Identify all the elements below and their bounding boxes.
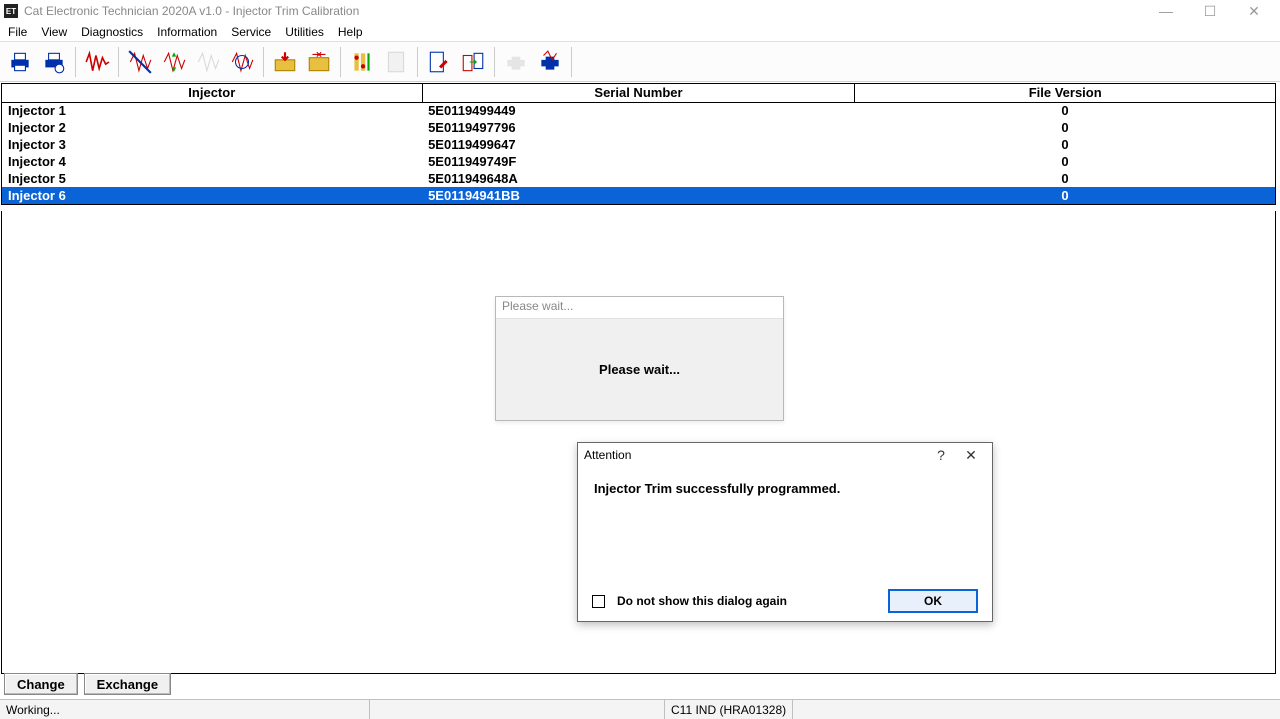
attention-message: Injector Trim successfully programmed. [578,467,992,510]
ecm-download-icon[interactable] [269,46,301,78]
attention-dialog: Attention ? ✕ Injector Trim successfully… [577,442,993,622]
ok-button[interactable]: OK [888,589,978,613]
menu-service[interactable]: Service [231,25,271,39]
diag-3-icon [192,46,224,78]
menu-help[interactable]: Help [338,25,363,39]
cell-serial: 5E011949648A [422,170,855,187]
table-header-row: Injector Serial Number File Version [2,84,1275,102]
minimize-button[interactable]: — [1144,0,1188,22]
waveform-icon[interactable] [81,46,113,78]
dont-show-checkbox[interactable] [592,595,605,608]
please-wait-message: Please wait... [496,319,783,419]
print-icon[interactable] [4,46,36,78]
app-icon: ET [4,4,18,18]
menu-utilities[interactable]: Utilities [285,25,324,39]
cell-serial: 5E011949749F [422,153,855,170]
engine-diag-icon[interactable] [534,46,566,78]
cell-version: 0 [855,153,1275,170]
dialog-close-button[interactable]: ✕ [956,447,986,464]
status-text: Working... [0,700,370,719]
table-row[interactable]: Injector 25E01194977960 [2,119,1275,136]
cell-serial: 5E0119497796 [422,119,855,136]
cell-injector: Injector 6 [2,187,422,204]
cell-serial: 5E0119499647 [422,136,855,153]
close-button[interactable]: ✕ [1232,0,1276,22]
cell-version: 0 [855,102,1275,119]
table-row[interactable]: Injector 15E01194994490 [2,102,1275,119]
menu-bar: File View Diagnostics Information Servic… [0,22,1280,42]
window-title: Cat Electronic Technician 2020A v1.0 - I… [24,4,1144,18]
cell-injector: Injector 5 [2,170,422,187]
col-version[interactable]: File Version [855,84,1275,102]
col-injector[interactable]: Injector [2,84,422,102]
cell-version: 0 [855,119,1275,136]
cell-version: 0 [855,170,1275,187]
report-icon [380,46,412,78]
cell-injector: Injector 1 [2,102,422,119]
dialog-help-button[interactable]: ? [926,447,956,463]
toolbar [0,42,1280,82]
menu-diagnostics[interactable]: Diagnostics [81,25,143,39]
please-wait-title: Please wait... [496,297,783,319]
config-icon[interactable] [346,46,378,78]
please-wait-dialog: Please wait... Please wait... [495,296,784,421]
table-row[interactable]: Injector 45E011949749F0 [2,153,1275,170]
doc-edit-icon[interactable] [423,46,455,78]
cell-injector: Injector 3 [2,136,422,153]
cell-version: 0 [855,187,1275,204]
col-serial[interactable]: Serial Number [422,84,855,102]
menu-file[interactable]: File [8,25,27,39]
cell-injector: Injector 2 [2,119,422,136]
dont-show-label: Do not show this dialog again [617,594,787,608]
menu-information[interactable]: Information [157,25,217,39]
doc-swap-icon[interactable] [457,46,489,78]
ecm-swap-icon[interactable] [303,46,335,78]
status-bar: Working... C11 IND (HRA01328) [0,699,1280,719]
diag-4-icon[interactable] [226,46,258,78]
injector-table: Injector Serial Number File Version Inje… [1,83,1276,205]
menu-view[interactable]: View [41,25,67,39]
window-titlebar: ET Cat Electronic Technician 2020A v1.0 … [0,0,1280,22]
diag-2-icon[interactable] [158,46,190,78]
cell-version: 0 [855,136,1275,153]
table-row[interactable]: Injector 55E011949648A0 [2,170,1275,187]
change-button[interactable]: Change [4,673,78,695]
status-device: C11 IND (HRA01328) [665,700,793,719]
exchange-button[interactable]: Exchange [84,673,171,695]
table-row[interactable]: Injector 65E01194941BB0 [2,187,1275,204]
status-pane-1 [370,700,665,719]
footer-buttons: Change Exchange [4,673,171,695]
cell-injector: Injector 4 [2,153,422,170]
cell-serial: 5E0119499449 [422,102,855,119]
cell-serial: 5E01194941BB [422,187,855,204]
table-row[interactable]: Injector 35E01194996470 [2,136,1275,153]
diag-1-icon[interactable] [124,46,156,78]
attention-title: Attention [584,448,926,462]
print-preview-icon[interactable] [38,46,70,78]
maximize-button[interactable]: ☐ [1188,0,1232,22]
engine-icon [500,46,532,78]
